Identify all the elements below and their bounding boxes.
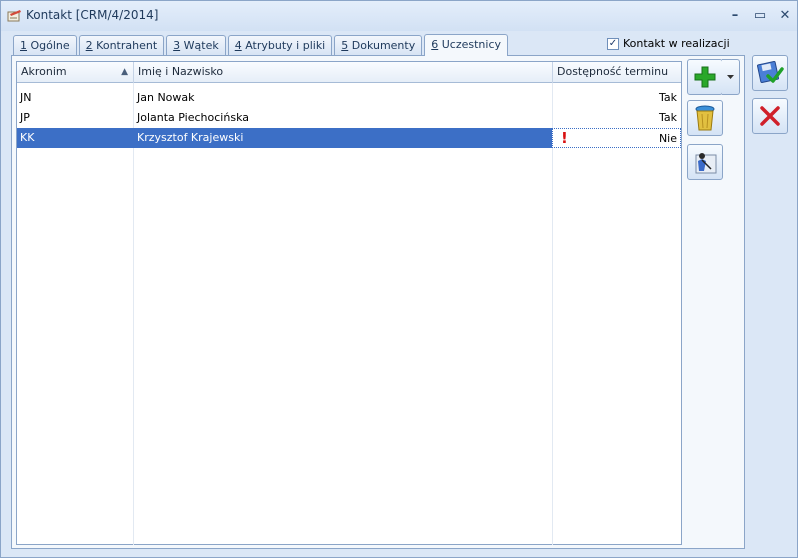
plus-icon	[694, 66, 716, 88]
column-divider	[552, 83, 553, 545]
add-participant-button[interactable]	[687, 59, 723, 95]
save-button[interactable]	[752, 55, 788, 91]
cell-name: Jolanta Piechocińska	[137, 111, 249, 124]
column-divider	[133, 83, 134, 545]
cell-akronim: KK	[17, 128, 133, 148]
table-row[interactable]: JN Jan Nowak Tak	[17, 88, 681, 108]
tab-atrybuty[interactable]: 4 Atrybuty i pliki	[227, 35, 333, 55]
close-button[interactable]: ✕	[774, 6, 796, 24]
column-header-label: Imię i Nazwisko	[138, 65, 224, 78]
warning-icon: !	[561, 129, 568, 147]
table-row-selected[interactable]: KK Krzysztof Krajewski ! Nie	[17, 128, 681, 148]
tab-label: Dokumenty	[348, 39, 416, 52]
person-icon	[695, 153, 717, 174]
cell-name: Krzysztof Krajewski	[133, 128, 552, 148]
tab-strip: 1 Ogólne 2 Kontrahent 3 Wątek 4 Atrybuty…	[13, 34, 510, 56]
tab-shortcut-key: 1	[20, 39, 27, 52]
tab-kontrahent[interactable]: 2 Kontrahent	[78, 35, 165, 55]
save-icon	[757, 61, 784, 83]
tab-dokumenty[interactable]: 5 Dokumenty	[334, 35, 423, 55]
chevron-down-icon	[727, 74, 734, 79]
realization-checkbox[interactable]: ✓	[607, 37, 619, 50]
add-options-dropdown[interactable]	[722, 59, 740, 95]
title-bar[interactable]: Kontakt [CRM/4/2014] – ▭ ✕	[1, 1, 797, 31]
window-title: Kontakt [CRM/4/2014]	[26, 8, 159, 22]
column-header-label: Akronim	[21, 65, 67, 78]
realization-checkbox-label: Kontakt w realizacji	[623, 37, 730, 50]
sort-ascending-icon: ▲	[121, 67, 128, 77]
tab-shortcut-key: 4	[234, 39, 242, 52]
person-details-button[interactable]	[687, 144, 723, 180]
column-header-akronim[interactable]: Akronim ▲	[17, 62, 134, 83]
realization-checkbox-group[interactable]: ✓ Kontakt w realizacji	[607, 37, 730, 50]
tab-label: Atrybuty i pliki	[241, 39, 326, 52]
cell-availability: ! Nie	[552, 128, 681, 148]
tab-label: Kontrahent	[92, 39, 158, 52]
participants-panel: Akronim ▲ Imię i Nazwisko Dostępność ter…	[11, 55, 745, 549]
tab-watek[interactable]: 3 Wątek	[166, 35, 226, 55]
trash-icon	[695, 105, 715, 131]
maximize-button[interactable]: ▭	[749, 6, 771, 24]
cancel-icon	[760, 106, 780, 126]
delete-participant-button[interactable]	[687, 100, 723, 136]
cell-availability-value: Nie	[658, 132, 677, 145]
cell-akronim: JP	[20, 111, 30, 124]
tab-label: Uczestnicy	[438, 38, 502, 51]
contact-app-icon	[7, 10, 21, 22]
contact-window: Kontakt [CRM/4/2014] – ▭ ✕ 1 Ogólne 2 Ko…	[0, 0, 798, 558]
tab-shortcut-key: 2	[85, 39, 93, 52]
column-header-name[interactable]: Imię i Nazwisko	[134, 62, 553, 83]
table-row[interactable]: JP Jolanta Piechocińska Tak	[17, 108, 681, 128]
column-header-label: Dostępność terminu	[557, 65, 669, 78]
cell-name: Jan Nowak	[137, 91, 195, 104]
tab-label: Wątek	[180, 39, 219, 52]
cell-availability: Tak	[658, 91, 677, 104]
tab-uczestnicy[interactable]: 6 Uczestnicy	[424, 34, 509, 56]
grid-header: Akronim ▲ Imię i Nazwisko Dostępność ter…	[17, 62, 681, 83]
participants-grid[interactable]: Akronim ▲ Imię i Nazwisko Dostępność ter…	[16, 61, 682, 545]
column-header-availability[interactable]: Dostępność terminu	[553, 62, 681, 83]
cancel-button[interactable]	[752, 98, 788, 134]
cell-availability: Tak	[658, 111, 677, 124]
minimize-button[interactable]: –	[724, 6, 746, 24]
tab-ogolne[interactable]: 1 Ogólne	[13, 35, 77, 55]
tab-label: Ogólne	[27, 39, 70, 52]
cell-akronim: JN	[20, 91, 32, 104]
